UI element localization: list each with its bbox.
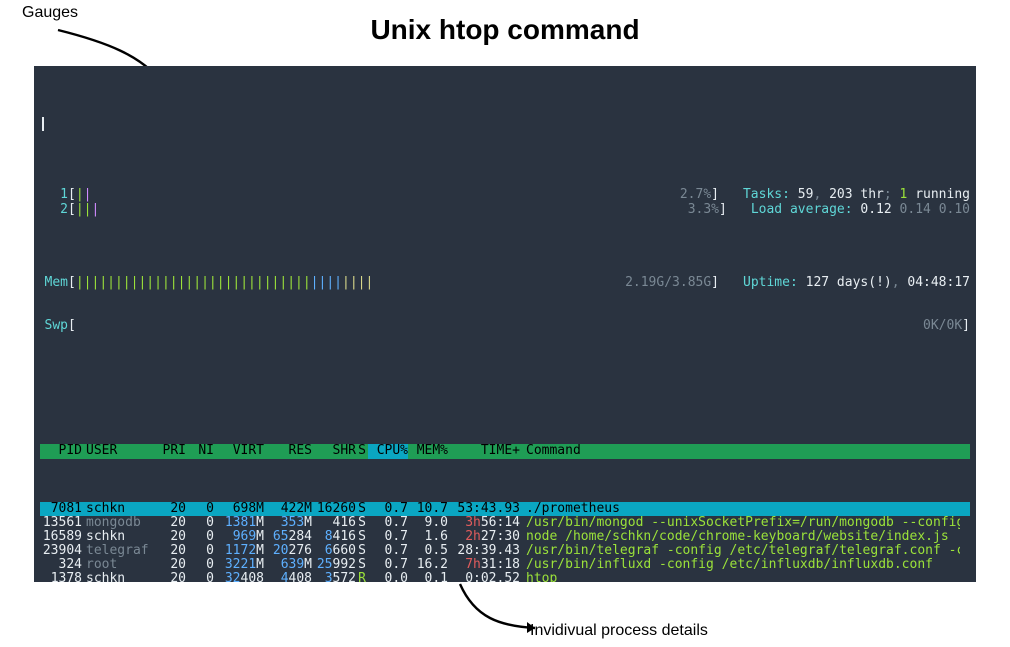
- col-time[interactable]: TIME+: [448, 444, 520, 458]
- col-cpu[interactable]: CPU%: [368, 444, 408, 458]
- col-cmd[interactable]: Command: [520, 444, 960, 458]
- mem-gauge: Mem[||||||||||||||||||||||||||||||||||||…: [40, 275, 970, 290]
- process-row[interactable]: 7081schkn200698M422M16260S0.710.753:43.9…: [40, 502, 970, 516]
- col-shr[interactable]: SHR: [312, 444, 356, 458]
- col-ni[interactable]: NI: [186, 444, 214, 458]
- process-row[interactable]: 16589schkn200969M652848416S0.71.62h27:30…: [40, 530, 970, 544]
- swp-gauge: Swp[0K/0K]: [40, 319, 970, 334]
- cursor-icon: [42, 117, 44, 131]
- htop-terminal[interactable]: 1[||2.7%]Tasks: 59, 203 thr; 1 running2[…: [34, 66, 976, 582]
- process-row[interactable]: 23904telegraf2001172M202766660S0.70.528:…: [40, 544, 970, 558]
- col-mem[interactable]: MEM%: [408, 444, 448, 458]
- cpu-gauge-1: 1[||2.7%]Tasks: 59, 203 thr; 1 running: [40, 188, 970, 203]
- process-list[interactable]: 7081schkn200698M422M16260S0.710.753:43.9…: [40, 502, 970, 582]
- process-annotation: Invidivual process details: [530, 622, 708, 640]
- arrow-process-icon: [445, 578, 555, 638]
- col-virt[interactable]: VIRT: [214, 444, 264, 458]
- col-pid[interactable]: PID: [40, 444, 86, 458]
- process-row[interactable]: 1378schkn2003240844083572R0.00.10:02.52h…: [40, 572, 970, 582]
- page-title: Unix htop command: [370, 14, 639, 46]
- col-pri[interactable]: PRI: [156, 444, 186, 458]
- process-row[interactable]: 13561mongodb2001381M353M416S0.79.03h56:1…: [40, 516, 970, 530]
- process-row[interactable]: 324root2003221M639M25992S0.716.27h31:18/…: [40, 558, 970, 572]
- cpu-gauge-2: 2[|||3.3%]Load average: 0.12 0.14 0.10: [40, 203, 970, 218]
- col-s[interactable]: S: [356, 444, 368, 458]
- col-user[interactable]: USER: [86, 444, 156, 458]
- col-res[interactable]: RES: [264, 444, 312, 458]
- process-header[interactable]: PID USER PRI NI VIRT RES SHR S CPU% MEM%…: [40, 444, 970, 459]
